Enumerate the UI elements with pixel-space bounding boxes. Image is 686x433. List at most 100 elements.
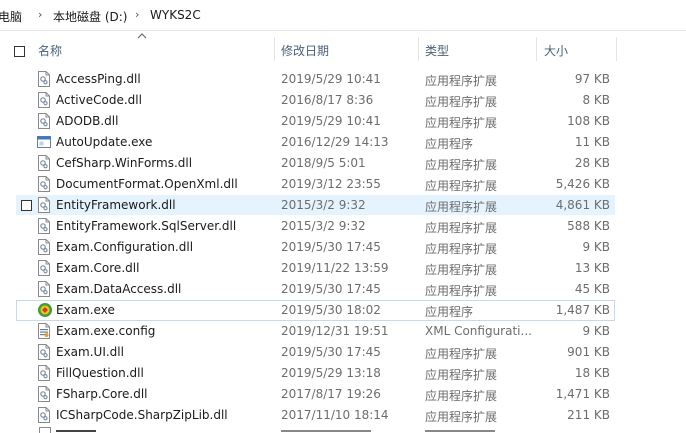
column-divider[interactable] [418, 37, 419, 61]
file-type: 应用程序扩展 [425, 410, 498, 424]
list-item[interactable]: ADODB.dll 2019/5/29 10:41 应用程序扩展 108 KB [0, 111, 686, 132]
file-date-modified: 2017/11/10 18:14 [281, 408, 389, 422]
file-date-modified: 2019/5/30 17:45 [281, 345, 381, 359]
list-item[interactable]: FSharp.Core.dll 2017/8/17 19:26 应用程序扩展 1,47… [0, 384, 686, 405]
file-size: 9 KB [582, 324, 610, 338]
file-name: AccessPing.dll [56, 72, 141, 86]
file-date-modified: 2019/3/12 23:55 [281, 177, 381, 191]
file-date-modified: 2019/5/29 13:18 [281, 366, 381, 380]
file-name: EntityFramework.SqlServer.dll [56, 219, 237, 233]
file-size: 9 KB [582, 240, 610, 254]
file-name: AutoUpdate.exe [56, 135, 153, 149]
file-date-modified: 2019/11/22 13:59 [281, 261, 389, 275]
file-name: Exam.Core.dll [56, 261, 140, 275]
list-item[interactable]: AutoUpdate.exe 2016/12/29 14:13 应用程序 11 KB [0, 132, 686, 153]
dll-file-icon [37, 92, 51, 108]
column-type[interactable]: 类型 [425, 42, 449, 59]
file-type: 应用程序扩展 [425, 158, 498, 172]
list-item[interactable]: EntityFramework.SqlServer.dll 2015/3/2 9:… [0, 216, 686, 237]
list-item[interactable]: DocumentFormat.OpenXml.dll 2019/3/12 23:5… [0, 174, 686, 195]
file-date-modified: 2019/5/29 10:41 [281, 72, 381, 86]
dll-file-icon [37, 218, 51, 234]
column-date-modified[interactable]: 修改日期 [281, 42, 329, 59]
file-date-modified: 2015/3/2 9:32 [281, 219, 366, 233]
file-date-modified: 2019/12/31 19:51 [281, 324, 389, 338]
file-type: 应用程序 [425, 137, 474, 151]
dll-file-icon [37, 365, 51, 381]
column-name[interactable]: 名称 [38, 42, 62, 59]
list-item[interactable]: Exam.DataAccess.dll 2019/5/30 17:45 应用程序扩展… [0, 279, 686, 300]
list-item[interactable]: ActiveCode.dll 2016/8/17 8:36 应用程序扩展 8 KB [0, 90, 686, 111]
list-item[interactable]: EntityFramework.dll 2015/3/2 9:32 应用程序扩展 4,… [0, 195, 686, 216]
list-item[interactable]: Exam.exe 2019/5/30 18:02 应用程序 1,487 KB [0, 300, 686, 321]
file-name: ICSharpCode.SharpZipLib.dll [56, 408, 228, 422]
file-name: CefSharp.WinForms.dll [56, 156, 193, 170]
file-name: EntityFramework.dll [56, 198, 176, 212]
dll-file-icon [37, 113, 51, 129]
file-name: ADODB.dll [56, 114, 119, 128]
column-size[interactable]: 大小 [544, 42, 568, 59]
breadcrumb-separator[interactable]: › [38, 8, 42, 21]
file-date-modified: 2017/8/17 19:26 [281, 387, 381, 401]
dll-file-icon [37, 71, 51, 87]
sort-ascending-icon [137, 33, 147, 39]
file-size: 1,487 KB [555, 303, 610, 317]
file-date-modified: 2018/9/5 5:01 [281, 156, 366, 170]
dll-file-icon [37, 239, 51, 255]
file-size: 108 KB [567, 114, 610, 128]
row-checkbox[interactable] [21, 200, 32, 211]
file-size: 97 KB [574, 72, 610, 86]
file-date-modified: 2016/12/29 14:13 [281, 135, 389, 149]
file-name: Exam.Configuration.dll [56, 240, 194, 254]
dll-file-icon [37, 260, 51, 276]
file-type: XML Configurati... [425, 324, 532, 338]
column-divider[interactable] [616, 37, 617, 61]
file-type: 应用程序扩展 [425, 200, 498, 214]
dll-file-icon [37, 155, 51, 171]
file-size: 28 KB [574, 156, 610, 170]
dll-file-icon [37, 197, 51, 213]
column-divider[interactable] [274, 37, 275, 61]
dll-file-icon [37, 386, 51, 402]
breadcrumb-item-wyks2c[interactable]: WYKS2C [150, 8, 201, 22]
file-type: 应用程序扩展 [425, 284, 498, 298]
list-item[interactable]: Exam.Core.dll 2019/11/22 13:59 应用程序扩展 13 KB [0, 258, 686, 279]
list-item[interactable]: ICSharpCode.SharpZipLib.dll 2017/11/10 18… [0, 405, 686, 426]
file-name: Exam.DataAccess.dll [56, 282, 182, 296]
column-header: 名称 修改日期 类型 大小 [0, 31, 686, 63]
file-size: 588 KB [567, 219, 610, 233]
file-size: 901 KB [567, 345, 610, 359]
select-all-checkbox[interactable] [14, 46, 25, 57]
file-name: Exam.UI.dll [56, 345, 124, 359]
file-size: 5,426 KB [555, 177, 610, 191]
breadcrumb-item-this-pc[interactable]: 电脑 [0, 8, 22, 25]
file-size: 13 KB [574, 261, 610, 275]
file-date-modified: 2019/5/30 17:45 [281, 282, 381, 296]
file-size: 1,471 KB [555, 387, 610, 401]
file-type: 应用程序扩展 [425, 179, 498, 193]
list-item[interactable]: AccessPing.dll 2019/5/29 10:41 应用程序扩展 97 KB [0, 69, 686, 90]
list-item[interactable]: CefSharp.WinForms.dll 2018/9/5 5:01 应用程序扩展… [0, 153, 686, 174]
breadcrumb: 电脑 › 本地磁盘 (D:) › WYKS2C [0, 0, 686, 31]
file-size: 4,861 KB [555, 198, 610, 212]
file-type: 应用程序扩展 [425, 368, 498, 382]
list-item[interactable]: FillQuestion.dll 2019/5/29 13:18 应用程序扩展 18 … [0, 363, 686, 384]
file-name: ActiveCode.dll [56, 93, 142, 107]
breadcrumb-separator[interactable]: › [135, 8, 139, 21]
list-item[interactable]: Exam.Configuration.dll 2019/5/30 17:45 应用程… [0, 237, 686, 258]
list-item-partial [0, 427, 686, 433]
dll-file-icon [37, 344, 51, 360]
column-divider[interactable] [536, 37, 537, 61]
file-type: 应用程序扩展 [425, 221, 498, 235]
file-size: 18 KB [574, 366, 610, 380]
dll-file-icon [37, 281, 51, 297]
file-type: 应用程序扩展 [425, 389, 498, 403]
app-logo-icon [37, 302, 52, 318]
breadcrumb-item-drive-d[interactable]: 本地磁盘 (D:) [53, 8, 127, 25]
file-size: 211 KB [567, 408, 610, 422]
file-type: 应用程序扩展 [425, 242, 498, 256]
dll-file-icon [37, 407, 51, 423]
file-date-modified: 2019/5/30 18:02 [281, 303, 381, 317]
list-item[interactable]: Exam.exe.config 2019/12/31 19:51 XML Confi… [0, 321, 686, 342]
list-item[interactable]: Exam.UI.dll 2019/5/30 17:45 应用程序扩展 901 KB [0, 342, 686, 363]
